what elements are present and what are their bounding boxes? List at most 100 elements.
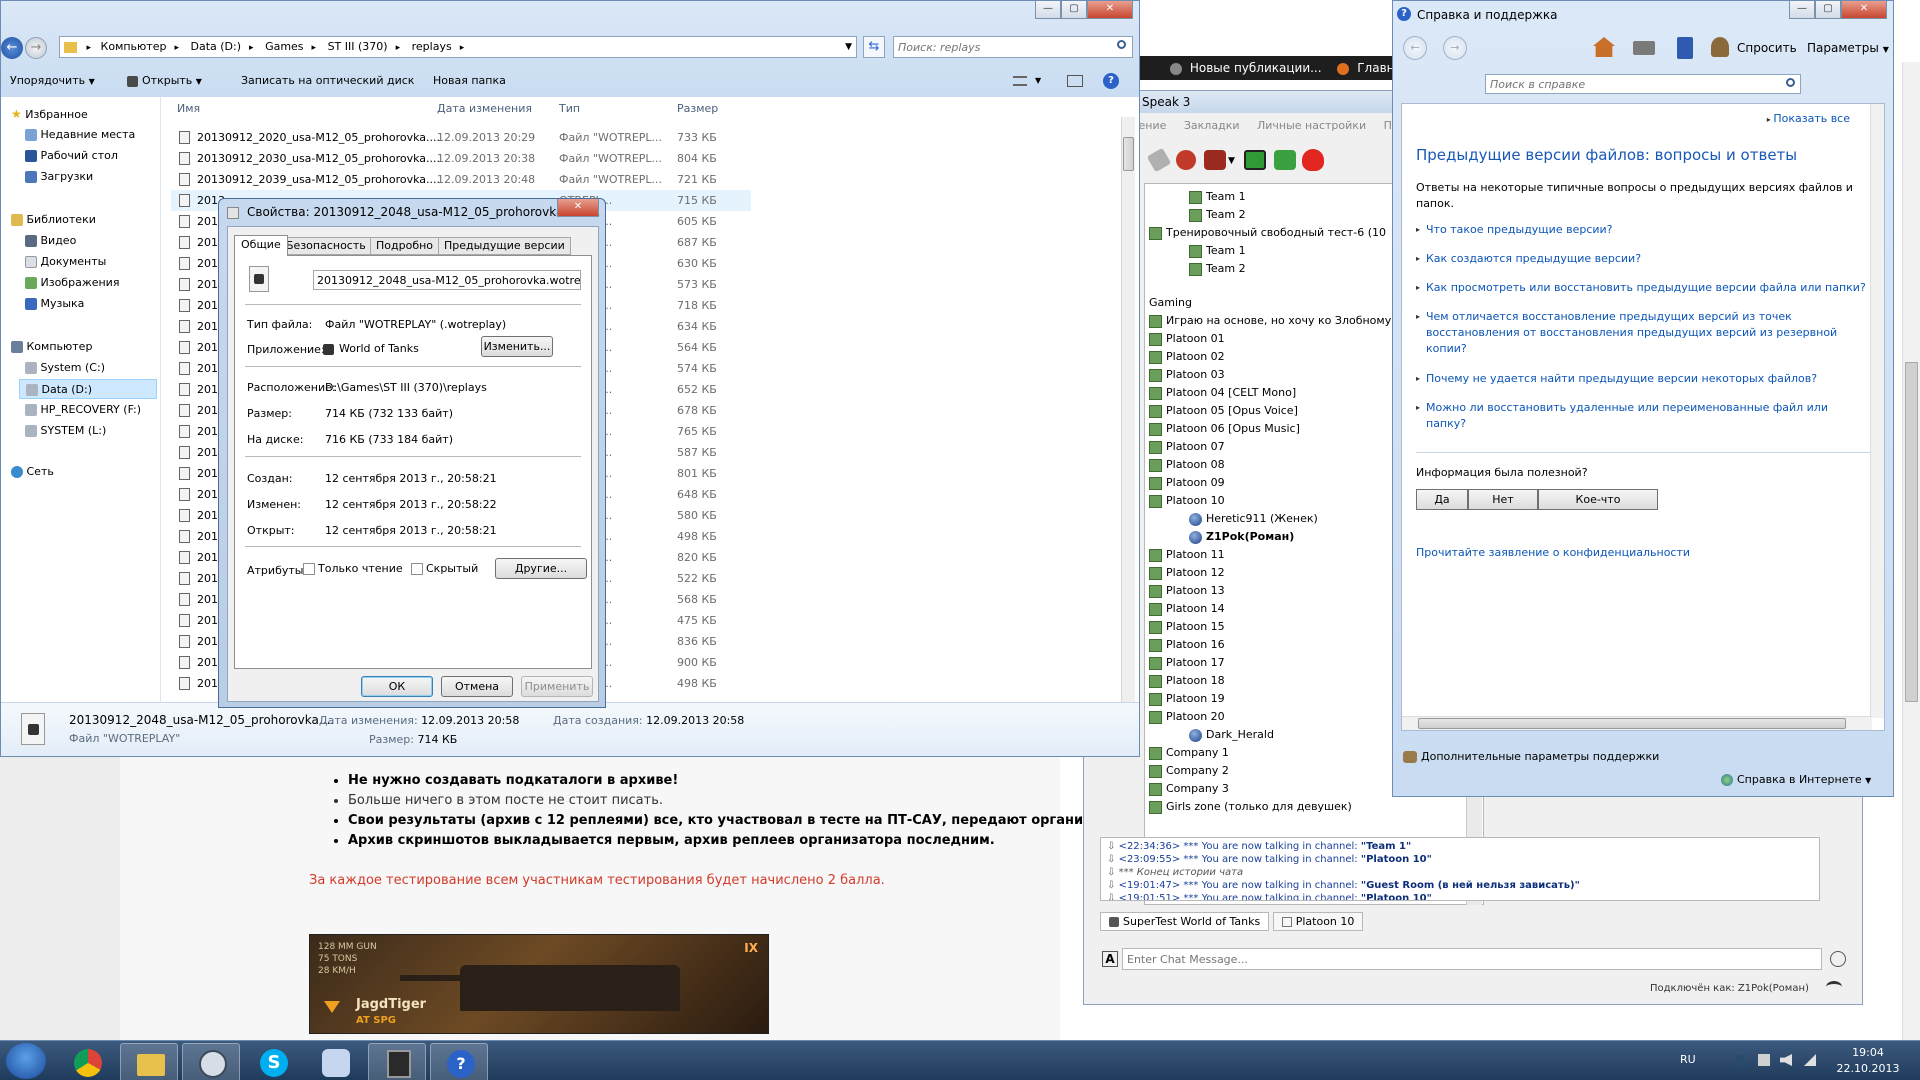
scroll-thumb[interactable] xyxy=(1418,718,1846,729)
help-icon[interactable]: ? xyxy=(1103,73,1119,89)
tree-channel[interactable]: Platoon 03 xyxy=(1149,366,1225,384)
tree-channel[interactable]: Company 1 xyxy=(1149,744,1229,762)
clock[interactable]: 19:04 22.10.2013 xyxy=(1828,1045,1908,1077)
nav-recent[interactable]: Недавние места xyxy=(25,128,135,141)
tree-channel[interactable]: Platoon 14 xyxy=(1149,600,1225,618)
tree-channel[interactable]: Platoon 06 [Opus Music] xyxy=(1149,420,1300,438)
breadcrumb-computer[interactable]: Компьютер xyxy=(101,40,167,53)
search-box[interactable] xyxy=(893,36,1133,58)
taskbar-teamspeak[interactable] xyxy=(182,1043,240,1080)
nav-computer[interactable]: Компьютер xyxy=(11,340,92,353)
tree-channel[interactable]: Platoon 18 xyxy=(1149,672,1225,690)
tree-channel[interactable]: Girls zone (только для девушек) xyxy=(1149,798,1352,816)
ts-menu-settings[interactable]: Личные настройки xyxy=(1257,119,1366,132)
tab-general[interactable]: Общие xyxy=(234,235,288,256)
nav-system-l[interactable]: SYSTEM (L:) xyxy=(25,424,106,437)
tree-channel[interactable]: Team 2 xyxy=(1189,206,1246,224)
faq-link[interactable]: ▸ Почему не удается найти предыдущие верс… xyxy=(1416,371,1866,387)
open-button[interactable]: Открыть ▼ xyxy=(127,69,202,94)
readonly-checkbox[interactable]: Только чтение xyxy=(303,562,403,575)
taskbar-chrome[interactable] xyxy=(58,1043,116,1080)
tree-spacer-header[interactable]: Gaming xyxy=(1149,294,1192,312)
taskbar-help[interactable]: ? xyxy=(430,1043,488,1080)
nav-network[interactable]: Сеть xyxy=(11,465,54,478)
burn-button[interactable]: Записать на оптический диск xyxy=(241,69,414,93)
tab-details[interactable]: Подробно xyxy=(370,237,440,255)
help-close-button[interactable]: ✕ xyxy=(1841,1,1887,19)
help-minimize-button[interactable]: — xyxy=(1789,1,1815,19)
tree-channel[interactable]: Platoon 05 [Opus Voice] xyxy=(1149,402,1298,420)
browser-scrollbar[interactable] xyxy=(1902,62,1920,1040)
tree-channel[interactable]: Тренировочный свободный тест-6 (10 xyxy=(1149,224,1386,242)
faq-link-text[interactable]: Как просмотреть или восстановить предыду… xyxy=(1426,281,1866,294)
tree-channel[interactable]: Team 1 xyxy=(1189,188,1246,206)
tree-channel[interactable]: Platoon 10 xyxy=(1149,492,1225,510)
table-row[interactable]: 20130912_2020_usa-M12_05_prohorovka.... 1… xyxy=(171,127,751,148)
faq-link-text[interactable]: Почему не удается найти предыдущие верси… xyxy=(1426,372,1817,385)
nav-favorites[interactable]: ★ Избранное xyxy=(11,107,88,121)
ok-button[interactable]: ОК xyxy=(361,676,433,697)
table-row[interactable]: 20130912_2039_usa-M12_05_prohorovka.... 1… xyxy=(171,169,751,190)
file-list-scrollbar[interactable] xyxy=(1121,117,1135,702)
start-button[interactable] xyxy=(6,1043,46,1079)
ts-capture-icon[interactable] xyxy=(1244,150,1266,170)
tree-channel[interactable]: Platoon 19 xyxy=(1149,690,1225,708)
tree-channel[interactable]: Platoon 02 xyxy=(1149,348,1225,366)
tree-channel[interactable]: Platoon 04 [CELT Mono] xyxy=(1149,384,1296,402)
faq-link-text[interactable]: Как создаются предыдущие версии? xyxy=(1426,252,1641,265)
address-bar[interactable]: ▸ Компьютер ▸ Data (D:) ▸ Games ▸ ST III (3… xyxy=(59,36,857,58)
breadcrumb-replays[interactable]: replays xyxy=(412,40,452,53)
tray-volume-icon[interactable] xyxy=(1780,1054,1792,1066)
more-support-link[interactable]: Дополнительные параметры поддержки xyxy=(1403,750,1659,763)
tree-channel[interactable]: Company 2 xyxy=(1149,762,1229,780)
help-back-button[interactable]: ← xyxy=(1403,36,1427,60)
nav-downloads[interactable]: Загрузки xyxy=(25,170,93,183)
show-all-link[interactable]: ▸ Показать все xyxy=(1767,112,1850,125)
chevron-down-icon[interactable]: ▼ xyxy=(1035,69,1041,93)
preview-pane-icon[interactable] xyxy=(1067,75,1083,87)
ts-red-tulip-icon[interactable] xyxy=(1302,149,1324,171)
tree-channel[interactable]: Platoon 12 xyxy=(1149,564,1225,582)
search-input[interactable] xyxy=(898,39,1098,55)
faq-link[interactable]: ▸ Что такое предыдущие версии? xyxy=(1416,222,1866,238)
help-maximize-button[interactable]: ▢ xyxy=(1815,1,1841,19)
nav-system-c[interactable]: System (C:) xyxy=(25,361,105,374)
help-options-button[interactable]: Параметры ▼ xyxy=(1807,41,1889,55)
nav-video[interactable]: Видео xyxy=(25,234,76,247)
scroll-thumb[interactable] xyxy=(1905,362,1918,702)
tree-channel[interactable]: Team 1 xyxy=(1189,242,1246,260)
ts-away-icon[interactable] xyxy=(1274,150,1296,170)
help-home-icon[interactable] xyxy=(1593,37,1615,57)
filename-field[interactable] xyxy=(313,270,581,290)
tab-security[interactable]: Безопасность xyxy=(280,237,372,255)
tree-channel[interactable]: Platoon 16 xyxy=(1149,636,1225,654)
nav-data-d[interactable]: Data (D:) xyxy=(19,379,157,399)
dialog-close-button[interactable]: ✕ xyxy=(557,199,599,217)
tree-channel[interactable]: Platoon 11 xyxy=(1149,546,1225,564)
chevron-down-icon[interactable]: ▼ xyxy=(845,37,852,57)
faq-link[interactable]: ▸ Чем отличается восстановление предыдущи… xyxy=(1416,309,1866,357)
help-ask-button[interactable]: Спросить xyxy=(1737,41,1797,55)
tree-channel[interactable]: Platoon 07 xyxy=(1149,438,1225,456)
tree-user[interactable]: Z1Pok(Роман) xyxy=(1189,528,1294,546)
forward-button[interactable]: → xyxy=(25,37,47,59)
help-ask-icon[interactable] xyxy=(1711,37,1729,57)
breadcrumb-data-d[interactable]: Data (D:) xyxy=(191,40,242,53)
column-type[interactable]: Тип xyxy=(559,97,580,121)
organize-button[interactable]: Упорядочить ▼ xyxy=(10,69,95,94)
nav-images[interactable]: Изображения xyxy=(25,276,119,289)
language-indicator[interactable]: RU xyxy=(1680,1053,1696,1066)
feedback-yes-button[interactable]: Да xyxy=(1416,489,1468,510)
nav-libraries[interactable]: Библиотеки xyxy=(11,213,96,226)
refresh-button[interactable]: ⇆ xyxy=(863,36,885,58)
help-print-icon[interactable] xyxy=(1633,41,1655,55)
tree-channel[interactable]: Platoon 13 xyxy=(1149,582,1225,600)
ts-disconnect-icon[interactable] xyxy=(1176,150,1196,170)
help-browse-icon[interactable] xyxy=(1677,37,1693,59)
chat-message-input[interactable] xyxy=(1122,948,1822,970)
taskbar-voice-app[interactable] xyxy=(306,1043,364,1080)
tree-channel[interactable]: Platoon 20 xyxy=(1149,708,1225,726)
font-format-icon[interactable]: A xyxy=(1102,951,1118,967)
minimize-button[interactable]: — xyxy=(1035,1,1061,19)
search-icon[interactable] xyxy=(1117,40,1126,49)
